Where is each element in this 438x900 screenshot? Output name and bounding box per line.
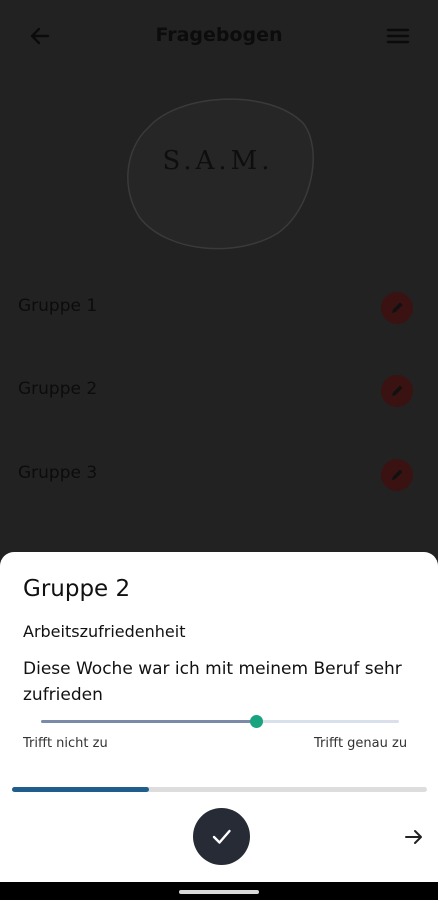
progress-fill: [12, 787, 149, 792]
answer-slider[interactable]: [41, 713, 399, 731]
slider-active-track: [41, 720, 256, 723]
system-navigation-bar: [0, 882, 438, 900]
home-indicator[interactable]: [179, 890, 259, 894]
questionnaire-progress-bar: [12, 787, 427, 792]
app-logo: S.A.M.: [118, 88, 318, 258]
submit-answer-button[interactable]: [193, 808, 250, 865]
next-question-button[interactable]: [402, 825, 426, 849]
pencil-icon: [392, 469, 403, 480]
group-edit-badge[interactable]: [381, 459, 413, 491]
arrow-right-icon: [405, 830, 422, 844]
page-title: Fragebogen: [155, 24, 283, 46]
group-row-2[interactable]: Gruppe 2: [0, 361, 438, 421]
pencil-icon: [392, 302, 403, 313]
group-label: Gruppe 1: [18, 296, 98, 316]
scale-max-label: Trifft genau zu: [314, 736, 408, 751]
group-edit-badge[interactable]: [381, 292, 413, 324]
scale-min-label: Trifft nicht zu: [23, 736, 108, 751]
group-label: Gruppe 2: [18, 379, 98, 399]
pencil-icon: [392, 385, 403, 396]
group-row-1[interactable]: Gruppe 1: [0, 278, 438, 338]
slider-thumb[interactable]: [250, 715, 263, 728]
group-row-3[interactable]: Gruppe 3: [0, 445, 438, 505]
hamburger-menu-icon: [386, 28, 410, 44]
checkmark-icon: [212, 829, 231, 844]
group-label: Gruppe 3: [18, 463, 98, 483]
logo-title: S.A.M.: [162, 146, 274, 176]
menu-button[interactable]: [384, 22, 412, 50]
question-bottom-sheet: Gruppe 2 Arbeitszufriedenheit Diese Woch…: [0, 552, 438, 882]
question-text: Diese Woche war ich mit meinem Beruf seh…: [23, 659, 402, 705]
question-category: Arbeitszufriedenheit: [23, 622, 186, 641]
top-app-bar: Fragebogen: [0, 0, 438, 72]
group-edit-badge[interactable]: [381, 375, 413, 407]
sheet-title: Gruppe 2: [23, 576, 131, 602]
